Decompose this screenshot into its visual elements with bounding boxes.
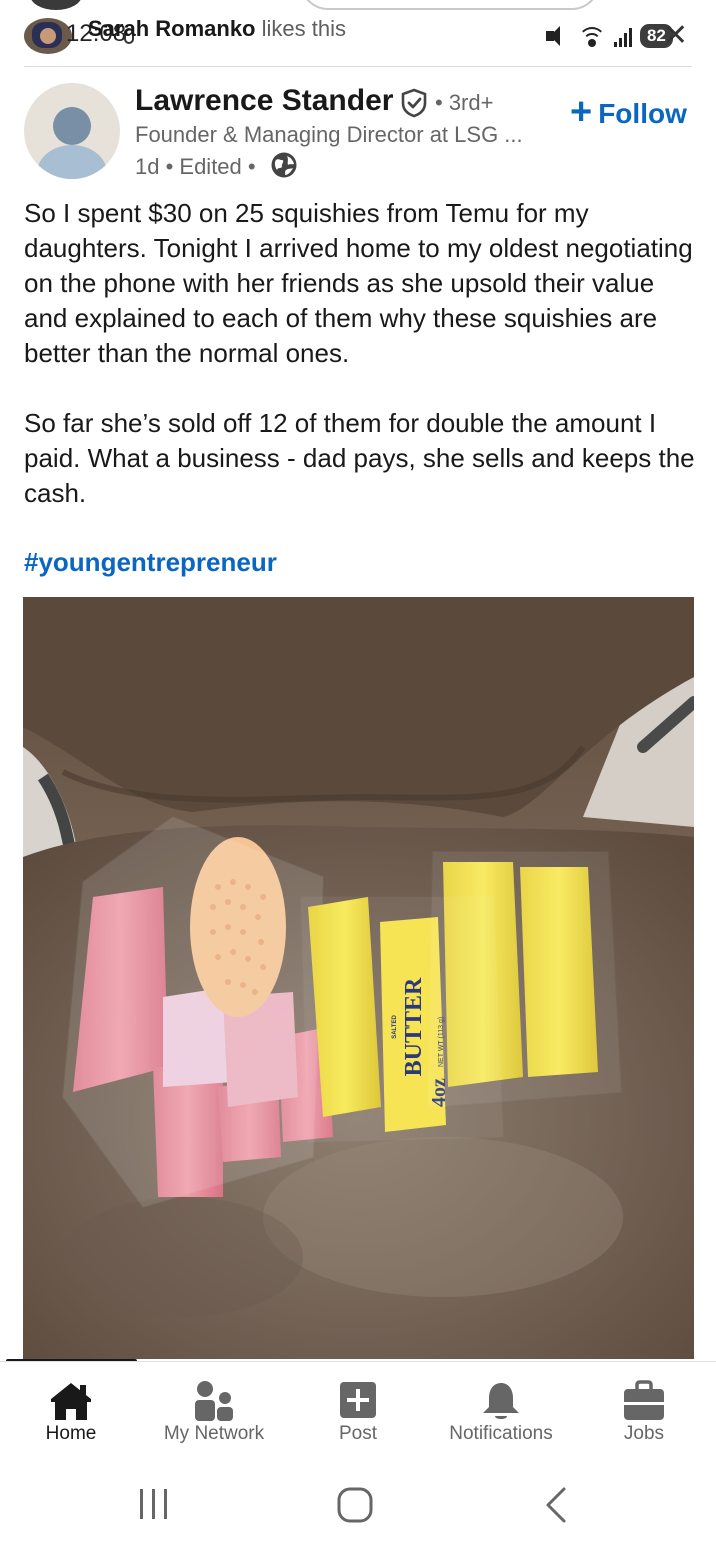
dismiss-icon[interactable]: ✕ bbox=[663, 18, 688, 53]
hashtag-link[interactable]: #youngentrepreneur bbox=[24, 547, 277, 578]
nav-jobs-label: Jobs bbox=[623, 1423, 665, 1444]
nav-post-label: Post bbox=[338, 1423, 378, 1444]
status-icons: 82 ✕ bbox=[544, 18, 688, 53]
author-avatar[interactable] bbox=[24, 83, 120, 179]
verified-icon bbox=[401, 88, 427, 118]
nav-notifications[interactable]: Notifications bbox=[431, 1362, 571, 1457]
nav-my-network-label: My Network bbox=[163, 1423, 265, 1444]
nav-home[interactable]: Home bbox=[1, 1362, 141, 1457]
follow-button[interactable]: + Follow bbox=[570, 91, 687, 133]
post-paragraph: So far she’s sold off 12 of them for dou… bbox=[24, 408, 695, 508]
nav-notifications-label: Notifications bbox=[449, 1423, 553, 1444]
nav-my-network[interactable]: My Network bbox=[144, 1362, 284, 1457]
social-context-name[interactable]: Sarah Romanko bbox=[88, 16, 256, 41]
signal-icon bbox=[613, 25, 632, 47]
recent-apps-icon[interactable] bbox=[136, 1487, 172, 1521]
previous-card-edge bbox=[300, 0, 600, 10]
briefcase-icon bbox=[624, 1380, 664, 1420]
previous-avatar bbox=[30, 0, 82, 10]
top-strip: 12:08 Sarah Romanko likes this 82 ✕ bbox=[0, 0, 716, 66]
plus-icon: + bbox=[570, 91, 593, 133]
nav-jobs[interactable]: Jobs bbox=[574, 1362, 714, 1457]
post-body: So I spent $30 on 25 squishies from Temu… bbox=[24, 196, 704, 511]
nav-post[interactable]: Post bbox=[288, 1362, 428, 1457]
context-divider bbox=[24, 66, 692, 67]
connection-degree: • 3rd+ bbox=[435, 90, 494, 115]
author-name[interactable]: Lawrence Stander bbox=[135, 84, 393, 118]
follow-label: Follow bbox=[598, 98, 687, 129]
home-icon bbox=[51, 1383, 91, 1420]
post-paragraph: So I spent $30 on 25 squishies from Temu… bbox=[24, 198, 693, 368]
wifi-icon bbox=[577, 25, 606, 47]
post-image[interactable]: BUTTER SALTED 4oz NET WT (113 g) bbox=[23, 597, 694, 1359]
social-context-text[interactable]: Sarah Romanko likes this bbox=[88, 16, 346, 42]
globe-icon bbox=[271, 152, 297, 178]
social-context-avatar[interactable] bbox=[24, 18, 72, 54]
post-image-illustration: BUTTER SALTED 4oz NET WT (113 g) bbox=[23, 597, 694, 1359]
network-icon bbox=[195, 1381, 233, 1421]
author-headline[interactable]: Founder & Managing Director at LSG ... bbox=[135, 122, 523, 148]
mute-icon bbox=[544, 25, 570, 47]
post-meta: 1d • Edited • bbox=[135, 154, 256, 179]
system-navigation-bar bbox=[0, 1457, 716, 1551]
nav-home-label: Home bbox=[45, 1423, 97, 1444]
bell-icon bbox=[483, 1383, 519, 1419]
home-button-icon[interactable] bbox=[336, 1487, 374, 1523]
back-icon[interactable] bbox=[540, 1487, 570, 1523]
bottom-nav: Home My Network Post Notifications Jobs bbox=[0, 1362, 716, 1457]
post-icon bbox=[340, 1382, 376, 1418]
social-context-action: likes this bbox=[255, 16, 346, 41]
